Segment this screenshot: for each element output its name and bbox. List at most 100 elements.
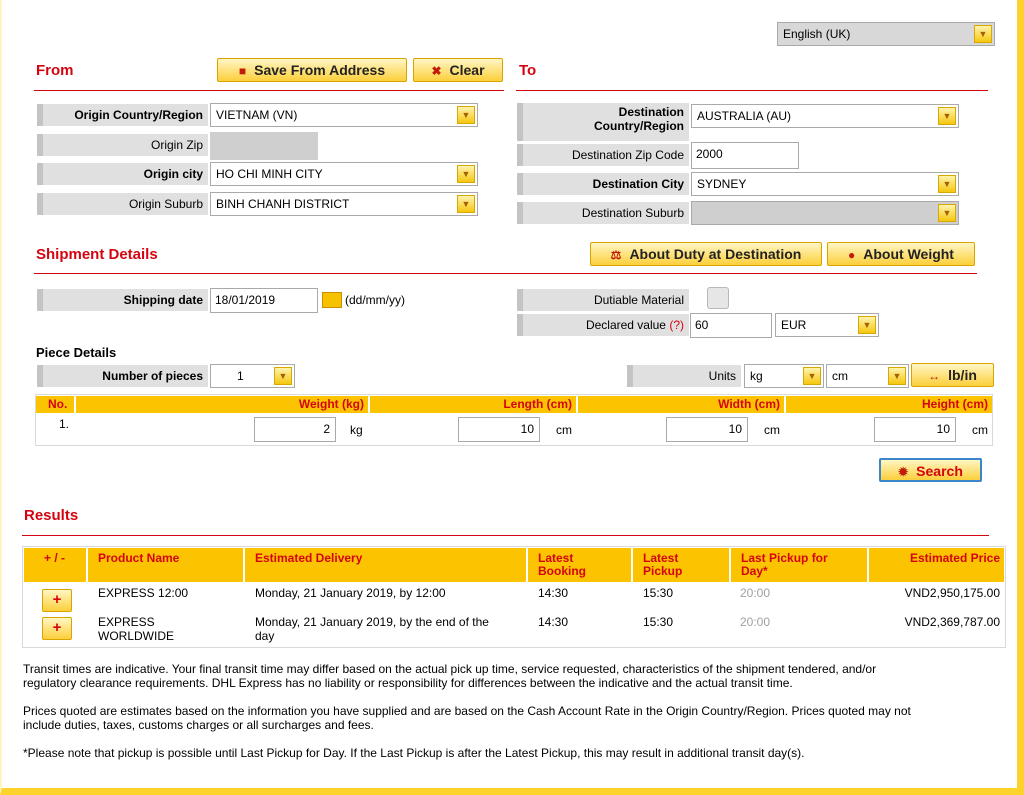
chevron-down-icon[interactable]: ▼ bbox=[803, 367, 821, 385]
weight-unit-value: kg bbox=[750, 369, 763, 383]
res-col-last-pickup: Last Pickup for Day* bbox=[731, 548, 867, 582]
piece-height-input[interactable]: 10 bbox=[874, 417, 956, 442]
results-title: Results bbox=[24, 507, 79, 524]
chevron-down-icon[interactable]: ▼ bbox=[457, 195, 475, 213]
number-of-pieces-value: 1 bbox=[237, 369, 244, 383]
number-of-pieces-label: Number of pieces bbox=[37, 365, 208, 387]
length-unit-select[interactable]: cm ▼ bbox=[826, 364, 909, 388]
declared-value-help[interactable]: (?) bbox=[669, 318, 684, 332]
origin-zip-input[interactable] bbox=[210, 132, 318, 160]
piece-width-input[interactable]: 10 bbox=[666, 417, 748, 442]
save-from-address-button[interactable]: ■ Save From Address bbox=[217, 58, 407, 82]
save-from-address-label: Save From Address bbox=[254, 62, 386, 78]
col-width: Width (cm) bbox=[578, 396, 784, 413]
destination-suburb-select[interactable]: ▼ bbox=[691, 201, 959, 225]
dutiable-material-checkbox[interactable] bbox=[707, 287, 729, 309]
from-divider bbox=[34, 90, 504, 91]
chevron-down-icon[interactable]: ▼ bbox=[457, 106, 475, 124]
number-of-pieces-select[interactable]: 1 ▼ bbox=[210, 364, 295, 388]
origin-city-select[interactable]: HO CHI MINH CITY ▼ bbox=[210, 162, 478, 186]
page-frame: English (UK) ▼ From ■ Save From Address ✖… bbox=[0, 0, 1024, 795]
res-col-booking-line2: Booking bbox=[538, 564, 586, 578]
res-col-toggle: + / - bbox=[24, 548, 86, 582]
piece-length-input[interactable]: 10 bbox=[458, 417, 540, 442]
close-icon: ✖ bbox=[431, 64, 442, 78]
destination-city-select[interactable]: SYDNEY ▼ bbox=[691, 172, 959, 196]
pickup-note: *Please note that pickup is possible unt… bbox=[23, 746, 805, 760]
chevron-down-icon[interactable]: ▼ bbox=[858, 316, 876, 334]
search-label: Search bbox=[916, 463, 963, 479]
calendar-icon[interactable] bbox=[322, 292, 342, 308]
clear-button[interactable]: ✖ Clear bbox=[413, 58, 503, 82]
origin-country-select[interactable]: VIETNAM (VN) ▼ bbox=[210, 103, 478, 127]
expand-row-button[interactable]: + bbox=[42, 617, 72, 640]
chevron-down-icon[interactable]: ▼ bbox=[938, 107, 956, 125]
weight-unit-select[interactable]: kg ▼ bbox=[744, 364, 824, 388]
col-weight: Weight (kg) bbox=[76, 396, 368, 413]
units-label: Units bbox=[627, 365, 741, 387]
result-product: EXPRESS 12:00 bbox=[98, 586, 188, 600]
res-col-last-pickup-line2: Day* bbox=[741, 564, 768, 578]
prices-note-line1: Prices quoted are estimates based on the… bbox=[23, 704, 911, 718]
result-product: EXPRESS WORLDWIDE bbox=[98, 615, 174, 643]
about-weight-button[interactable]: ● About Weight bbox=[827, 242, 975, 266]
destination-country-label: Destination Country/Region bbox=[517, 103, 689, 141]
destination-country-label-line1: Destination bbox=[618, 105, 684, 119]
transit-note-line2: regulatory clearance requirements. DHL E… bbox=[23, 676, 793, 690]
search-button[interactable]: ✹ Search bbox=[879, 458, 982, 482]
piece-height-unit: cm bbox=[972, 423, 988, 437]
declared-value-label-text: Declared value bbox=[585, 318, 666, 332]
result-product-line1: EXPRESS 12:00 bbox=[98, 586, 189, 600]
declared-value-label: Declared value (?) bbox=[517, 314, 689, 336]
origin-suburb-value: BINH CHANH DISTRICT bbox=[216, 197, 350, 211]
language-select[interactable]: English (UK) ▼ bbox=[777, 22, 995, 46]
lb-in-toggle-button[interactable]: ↔ lb/in bbox=[911, 363, 994, 387]
res-col-booking: Latest Booking bbox=[528, 548, 631, 582]
length-unit-value: cm bbox=[832, 369, 848, 383]
chevron-down-icon[interactable]: ▼ bbox=[938, 204, 956, 222]
save-icon: ■ bbox=[238, 64, 247, 78]
chevron-down-icon[interactable]: ▼ bbox=[888, 367, 906, 385]
origin-suburb-select[interactable]: BINH CHANH DISTRICT ▼ bbox=[210, 192, 478, 216]
shipment-divider bbox=[34, 273, 977, 274]
piece-length-unit: cm bbox=[556, 423, 572, 437]
result-price: VND2,369,787.00 bbox=[904, 615, 1000, 629]
result-product-line2: WORLDWIDE bbox=[98, 629, 174, 643]
prices-note-line2: include duties, taxes, customs charges o… bbox=[23, 718, 374, 732]
chevron-down-icon[interactable]: ▼ bbox=[457, 165, 475, 183]
origin-city-label: Origin city bbox=[37, 163, 208, 185]
result-delivery-line1: Monday, 21 January 2019, by 12:00 bbox=[255, 586, 446, 600]
shipping-date-input[interactable]: 18/01/2019 bbox=[210, 288, 318, 313]
date-format-hint: (dd/mm/yy) bbox=[345, 293, 405, 307]
declared-value-input[interactable]: 60 bbox=[690, 313, 772, 338]
res-col-price: Estimated Price bbox=[869, 548, 1004, 582]
result-pickup: 15:30 bbox=[643, 586, 674, 600]
result-booking: 14:30 bbox=[538, 615, 569, 629]
destination-country-select[interactable]: AUSTRALIA (AU) ▼ bbox=[691, 104, 959, 128]
col-no: No. bbox=[36, 396, 74, 413]
language-value: English (UK) bbox=[783, 27, 851, 41]
result-price: VND2,950,175.00 bbox=[904, 586, 1000, 600]
origin-city-value: HO CHI MINH CITY bbox=[216, 167, 323, 181]
res-col-pickup-line2: Pickup bbox=[643, 564, 683, 578]
expand-row-button[interactable]: + bbox=[42, 589, 72, 612]
destination-country-value: AUSTRALIA (AU) bbox=[697, 109, 792, 123]
chevron-down-icon[interactable]: ▼ bbox=[938, 175, 956, 193]
result-delivery: Monday, 21 January 2019, by the end of t… bbox=[255, 615, 489, 643]
currency-select[interactable]: EUR ▼ bbox=[775, 313, 879, 337]
lb-in-label: lb/in bbox=[948, 367, 977, 383]
destination-zip-input[interactable]: 2000 bbox=[691, 142, 799, 169]
prices-note: Prices quoted are estimates based on the… bbox=[23, 704, 911, 732]
piece-width-unit: cm bbox=[764, 423, 780, 437]
col-height: Height (cm) bbox=[786, 396, 992, 413]
destination-city-value: SYDNEY bbox=[697, 177, 747, 191]
res-col-product: Product Name bbox=[88, 548, 243, 582]
about-duty-button[interactable]: ⚖ About Duty at Destination bbox=[590, 242, 822, 266]
piece-weight-input[interactable]: 2 bbox=[254, 417, 336, 442]
res-col-delivery: Estimated Delivery bbox=[245, 548, 526, 582]
swap-icon: ↔ bbox=[928, 369, 941, 383]
chevron-down-icon[interactable]: ▼ bbox=[274, 367, 292, 385]
result-last-pickup: 20:00 bbox=[740, 615, 771, 629]
from-title: From bbox=[36, 62, 74, 79]
chevron-down-icon[interactable]: ▼ bbox=[974, 25, 992, 43]
